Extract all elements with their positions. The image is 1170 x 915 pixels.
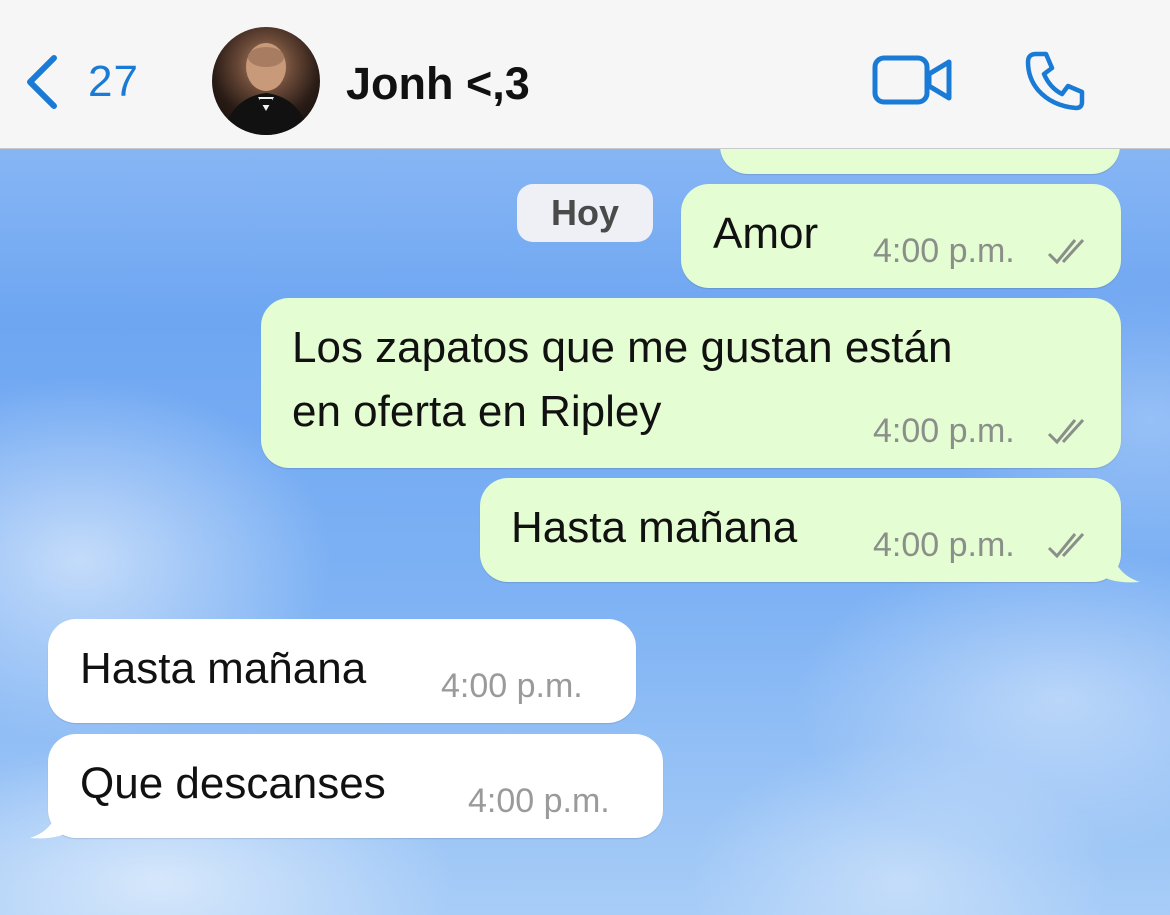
message-time: 4:00 p.m. <box>873 232 1015 270</box>
message-bubble-outgoing[interactable]: Hasta mañana 4:00 p.m. <box>480 478 1121 582</box>
message-time: 4:00 p.m. <box>441 667 583 705</box>
message-text: Hasta mañana <box>511 503 798 552</box>
back-chevron-icon <box>22 52 62 112</box>
message-text: Hasta mañana <box>80 644 367 693</box>
bubble-tail <box>1100 544 1140 583</box>
voice-call-button[interactable] <box>1022 48 1088 114</box>
double-check-icon <box>1047 238 1085 265</box>
video-camera-icon <box>872 55 952 105</box>
unread-count: 27 <box>88 57 139 106</box>
message-bubble-incoming[interactable]: Que descanses 4:00 p.m. <box>48 734 663 838</box>
message-time: 4:00 p.m. <box>468 782 610 820</box>
message-text: Los zapatos que me gustan están en ofert… <box>292 323 953 436</box>
chat-header: 27 Jonh <,3 <box>0 0 1170 149</box>
avatar-photo <box>222 43 310 135</box>
back-button[interactable]: 27 <box>22 52 139 112</box>
bubble-tail <box>30 800 70 839</box>
message-bubble-outgoing[interactable]: Los zapatos que me gustan están en ofert… <box>261 298 1121 468</box>
double-check-icon <box>1047 418 1085 445</box>
date-separator: Hoy <box>517 184 653 242</box>
message-time: 4:00 p.m. <box>873 526 1015 564</box>
double-check-icon <box>1047 532 1085 559</box>
message-bubble-incoming[interactable]: Hasta mañana 4:00 p.m. <box>48 619 636 723</box>
phone-icon <box>1025 51 1085 111</box>
message-bubble-outgoing[interactable]: Amor 4:00 p.m. <box>681 184 1121 288</box>
contact-name[interactable]: Jonh <,3 <box>346 58 530 110</box>
message-text: Amor <box>713 209 819 258</box>
message-time: 4:00 p.m. <box>873 412 1015 450</box>
video-call-button[interactable] <box>872 50 954 110</box>
message-text: Que descanses <box>80 759 386 808</box>
contact-avatar[interactable] <box>212 27 320 135</box>
